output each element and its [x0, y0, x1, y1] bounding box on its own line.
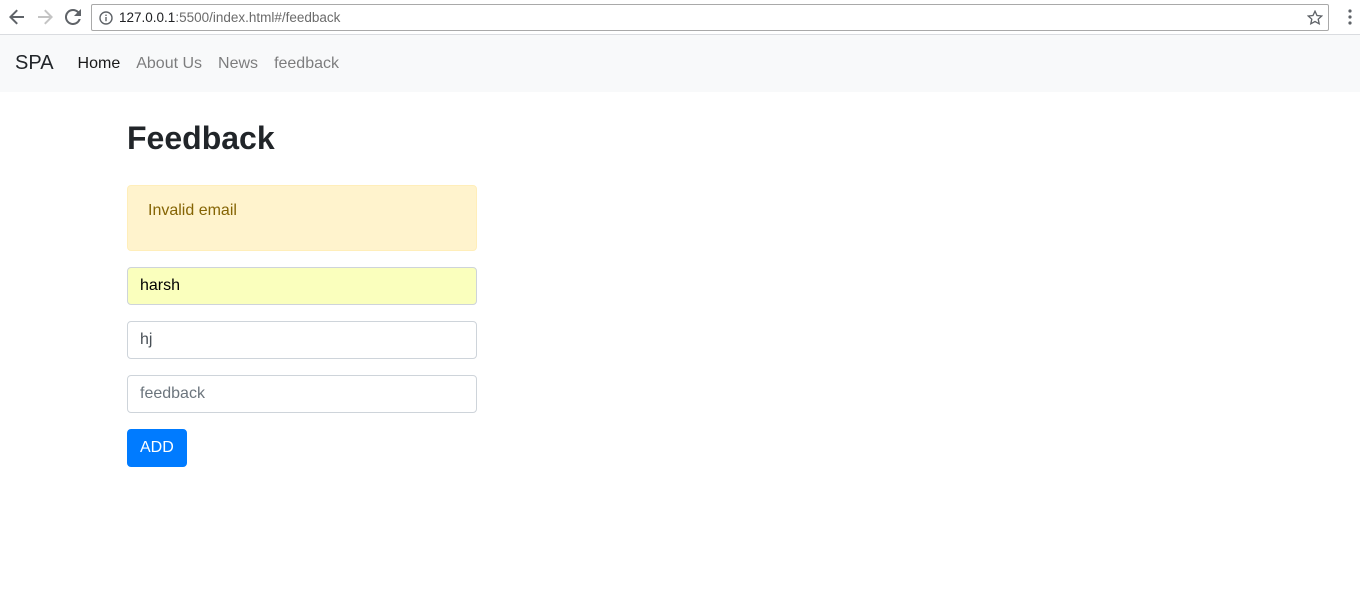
navbar-brand[interactable]: SPA	[15, 52, 54, 75]
url-text: 127.0.0.1:5500/index.html#/feedback	[119, 10, 341, 25]
browser-toolbar: 127.0.0.1:5500/index.html#/feedback	[0, 0, 1360, 35]
warning-alert: Invalid email	[127, 185, 477, 251]
forward-arrow-icon[interactable]	[35, 7, 55, 27]
add-button[interactable]: ADD	[127, 429, 187, 467]
nav-link-feedback[interactable]: feedback	[274, 55, 339, 73]
bookmark-star-icon[interactable]	[1307, 10, 1323, 26]
page-title: Feedback	[127, 120, 275, 156]
kebab-menu-icon[interactable]	[1348, 9, 1352, 25]
nav-link-home[interactable]: Home	[78, 55, 121, 73]
feedback-page: Feedback Invalid email ADD	[127, 92, 477, 467]
name-input[interactable]	[127, 267, 477, 305]
info-icon[interactable]	[99, 10, 113, 25]
site-navbar: SPA Home About Us News feedback	[0, 35, 1360, 92]
address-bar[interactable]: 127.0.0.1:5500/index.html#/feedback	[91, 4, 1329, 31]
feedback-input[interactable]	[127, 375, 477, 413]
nav-link-news[interactable]: News	[218, 55, 258, 73]
email-input[interactable]	[127, 321, 477, 359]
back-arrow-icon[interactable]	[7, 7, 27, 27]
nav-link-about-us[interactable]: About Us	[136, 55, 202, 73]
reload-icon[interactable]	[63, 7, 83, 27]
